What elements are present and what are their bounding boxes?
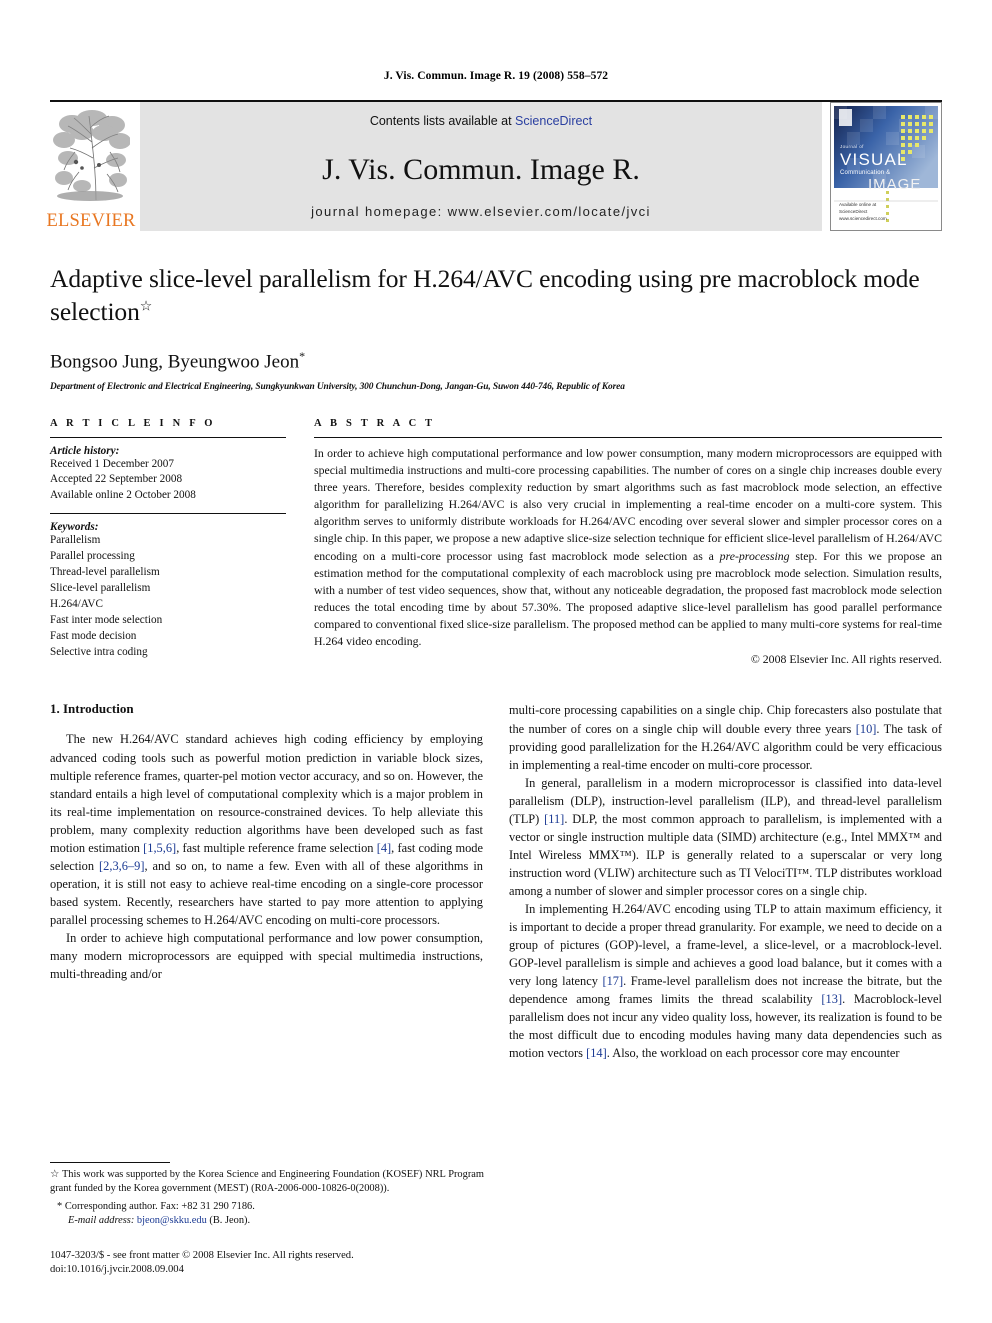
keyword-item: Fast inter mode selection: [50, 613, 163, 626]
footnote-email-line: E-mail address: bjeon@skku.edu (B. Jeon)…: [50, 1214, 484, 1229]
journal-title: J. Vis. Commun. Image R.: [322, 153, 640, 186]
citation-reference[interactable]: [11]: [544, 812, 564, 826]
keyword-item: Fast mode decision: [50, 629, 137, 642]
body-columns: 1. Introduction The new H.264/AVC standa…: [50, 701, 942, 1062]
abstract-text: In order to achieve high computational p…: [314, 445, 942, 651]
footnote-funding: ☆ This work was supported by the Korea S…: [50, 1168, 484, 1197]
citation-reference[interactable]: [17]: [602, 974, 623, 988]
paragraph-text: . Also, the workload on each processor c…: [606, 1046, 900, 1061]
keyword-item: Parallel processing: [50, 550, 135, 563]
cover-communication: Communication &: [840, 169, 891, 176]
body-paragraph: In order to achieve high computational p…: [50, 929, 483, 983]
divider: [50, 436, 286, 438]
footnote-corresponding-text: Corresponding author. Fax: +82 31 290 71…: [64, 1200, 255, 1212]
left-paragraphs: The new H.264/AVC standard achieves high…: [50, 730, 483, 983]
running-head: J. Vis. Commun. Image R. 19 (2008) 558–5…: [383, 70, 609, 82]
divider: [50, 513, 286, 515]
keyword-item: Thread-level parallelism: [50, 566, 160, 579]
article-history-label: Article history:: [50, 444, 120, 457]
article-info-column: A R T I C L E I N F O Article history: R…: [50, 418, 286, 668]
email-link[interactable]: bjeon@skku.edu: [137, 1215, 207, 1226]
affiliation: Department of Electronic and Electrical …: [50, 381, 625, 392]
body-paragraph: The new H.264/AVC standard achieves high…: [50, 730, 483, 929]
corresponding-author-marker-icon[interactable]: *: [299, 349, 305, 363]
citation-reference[interactable]: [14]: [586, 1046, 607, 1060]
contents-prefix: Contents lists available at: [369, 114, 516, 128]
abstract-heading: A B S T R A C T: [314, 417, 436, 429]
paragraph-text: , fast multiple reference frame selectio…: [176, 840, 377, 855]
footnote-block: ☆ This work was supported by the Korea S…: [50, 1161, 484, 1229]
body-paragraph: In implementing H.264/AVC encoding using…: [509, 900, 942, 1062]
keywords-label: Keywords:: [50, 521, 99, 534]
paper-page: J. Vis. Commun. Image R. 19 (2008) 558–5…: [0, 0, 992, 1323]
info-abstract-band: A R T I C L E I N F O Article history: R…: [50, 418, 942, 668]
citation-reference[interactable]: [1,5,6]: [143, 841, 176, 855]
divider: [314, 436, 942, 438]
cover-sciencedirect-badge: Available online at ScienceDirect www.sc…: [839, 202, 887, 223]
body-column-left: 1. Introduction The new H.264/AVC standa…: [50, 701, 483, 1062]
author-names: Bongsoo Jung, Byeungwoo Jeon: [50, 351, 300, 373]
issn-footer: 1047-3203/$ - see front matter © 2008 El…: [50, 1249, 490, 1278]
footnote-divider: [50, 1161, 170, 1163]
issn-line: 1047-3203/$ - see front matter © 2008 El…: [50, 1249, 354, 1261]
keyword-item: Slice-level parallelism: [50, 582, 151, 595]
doi-line: doi:10.1016/j.jvcir.2008.09.004: [50, 1264, 184, 1276]
journal-homepage-line[interactable]: journal homepage: www.elsevier.com/locat…: [150, 204, 812, 219]
cover-image-word: IMAGE: [868, 175, 922, 193]
footnote-asterisk-icon: *: [57, 1200, 63, 1212]
paragraph-text: In order to achieve high computational p…: [50, 930, 483, 982]
citation-reference[interactable]: [10]: [856, 722, 877, 736]
paper-title-text: Adaptive slice-level parallelism for H.2…: [50, 264, 920, 326]
body-column-right: multi-core processing capabilities on a …: [509, 701, 942, 1062]
abstract-copyright: © 2008 Elsevier Inc. All rights reserved…: [750, 652, 942, 667]
cover-visual: VISUAL: [840, 149, 908, 169]
paragraph-text: The new H.264/AVC standard achieves high…: [50, 732, 483, 855]
body-paragraph: In general, parallelism in a modern micr…: [509, 774, 942, 900]
abstract-column: A B S T R A C T In order to achieve high…: [314, 418, 942, 668]
elsevier-wordmark: ELSEVIER: [46, 210, 136, 231]
abstract-part1: In order to achieve high computational p…: [314, 445, 942, 563]
citation-reference[interactable]: [13]: [821, 992, 842, 1006]
title-footnote-marker-icon[interactable]: ☆: [140, 299, 153, 314]
cover-sciencedirect-name: ScienceDirect: [839, 209, 868, 215]
cover-available-online: Available online at: [839, 202, 877, 208]
keyword-item: H.264/AVC: [50, 597, 103, 610]
cover-representation: Representation: [868, 192, 906, 199]
article-history-received: Received 1 December 2007: [50, 457, 174, 470]
citation-reference[interactable]: [2,3,6–9]: [99, 859, 144, 873]
title-block: Adaptive slice-level parallelism for H.2…: [50, 263, 942, 392]
sciencedirect-link[interactable]: ScienceDirect: [515, 114, 592, 128]
cover-journal-of: Journal of: [840, 144, 864, 149]
footnote-star-marker-icon: ☆: [50, 1168, 60, 1180]
keyword-item: Selective intra coding: [50, 645, 148, 658]
footnote-corresponding: * Corresponding author. Fax: +82 31 290 …: [50, 1200, 484, 1215]
journal-masthead: ELSEVIER Contents lists available at Sci…: [47, 100, 942, 231]
author-list: Bongsoo Jung, Byeungwoo Jeon*: [50, 349, 942, 373]
body-paragraph: multi-core processing capabilities on a …: [509, 701, 942, 773]
citation-reference[interactable]: [4]: [377, 841, 391, 855]
article-history-accepted: Accepted 22 September 2008: [50, 473, 183, 486]
article-info-heading: A R T I C L E I N F O: [50, 417, 216, 429]
elsevier-logo-block: ELSEVIER: [47, 102, 135, 231]
email-owner: (B. Jeon).: [209, 1215, 251, 1227]
email-address-label: E-mail address:: [68, 1215, 135, 1227]
contents-available-line: Contents lists available at ScienceDirec…: [150, 114, 812, 128]
article-history-online: Available online 2 October 2008: [50, 489, 196, 502]
elsevier-tree-icon: [53, 110, 130, 201]
page-title: Adaptive slice-level parallelism for H.2…: [50, 263, 942, 328]
section-heading-introduction: 1. Introduction: [50, 701, 134, 717]
journal-cover-thumbnail: Journal of VISUAL Communication & IMAGE …: [830, 102, 942, 231]
abstract-part2: step. For this we propose an estimation …: [314, 548, 942, 649]
keyword-item: Parallelism: [50, 534, 101, 547]
paragraph-text: . DLP, the most common approach to paral…: [509, 811, 942, 898]
footnote-funding-text: This work was supported by the Korea Sci…: [50, 1168, 484, 1195]
abstract-emphasis: pre-processing: [719, 548, 790, 563]
right-paragraphs: multi-core processing capabilities on a …: [509, 701, 942, 1062]
cover-sciencedirect-url: www.sciencedirect.com: [839, 216, 887, 222]
masthead-center-panel: Contents lists available at ScienceDirec…: [140, 102, 822, 231]
cover-title-text: Journal of VISUAL Communication & IMAGE …: [840, 144, 922, 199]
